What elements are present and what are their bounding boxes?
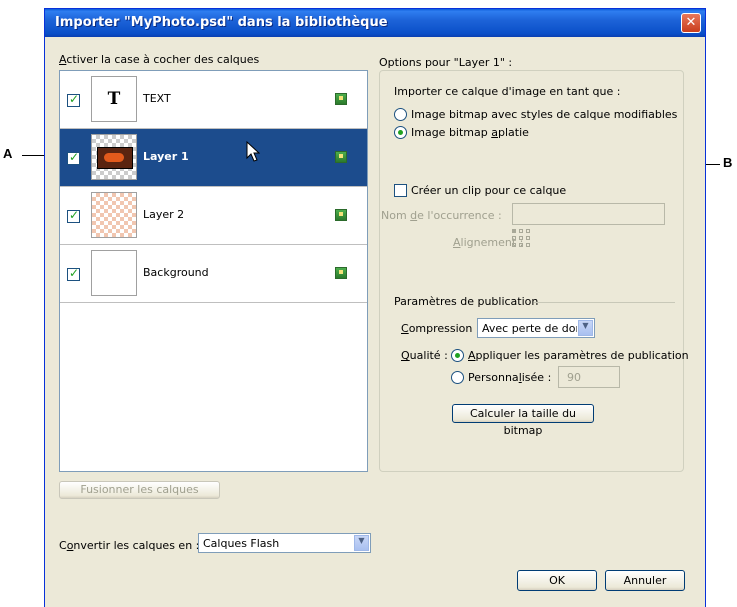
layer-list[interactable]: ✓ T TEXT ✓ Layer 1 ✓ Layer 2 ✓ Backgroun… xyxy=(59,70,368,472)
radio-flattened-bitmap[interactable] xyxy=(394,126,407,139)
callout-b-line xyxy=(706,164,720,165)
radio-quality-publish[interactable] xyxy=(451,349,464,362)
radio-editable-styles-label[interactable]: Image bitmap avec styles de calque modif… xyxy=(411,108,677,121)
mouse-cursor-icon xyxy=(246,141,260,162)
check-icon: ✓ xyxy=(69,208,80,222)
layer-1-name: Layer 1 xyxy=(143,150,189,163)
options-title: Options pour "Layer 1" : xyxy=(379,56,513,69)
layer-2-checkbox[interactable]: ✓ xyxy=(67,208,80,223)
instance-name-input[interactable] xyxy=(512,203,665,225)
publish-settings-divider xyxy=(534,302,675,303)
radio-flattened-bitmap-label[interactable]: Image bitmap aplatie xyxy=(411,126,529,139)
ok-button[interactable]: OK xyxy=(517,570,597,591)
import-dialog: Importer "MyPhoto.psd" dans la bibliothè… xyxy=(44,8,706,607)
layer-list-label: Activer la case à cocher des calques xyxy=(59,53,260,66)
convert-layers-label: Convertir les calques en : xyxy=(59,539,200,552)
chevron-down-icon: ▼ xyxy=(354,535,369,551)
check-icon: ✓ xyxy=(69,266,80,280)
callout-a: A xyxy=(3,146,13,161)
layer-2-name: Layer 2 xyxy=(143,208,185,221)
layer-background-checkbox[interactable]: ✓ xyxy=(67,266,80,281)
compression-select[interactable]: Avec perte de doni ▼ xyxy=(477,318,595,338)
layer-text-checkbox[interactable]: ✓ xyxy=(67,92,80,107)
layer-background-thumbnail xyxy=(91,250,137,296)
close-icon: ✕ xyxy=(685,15,697,30)
calculate-bitmap-size-button[interactable]: Calculer la taille du bitmap xyxy=(452,404,594,437)
compression-value: Avec perte de doni xyxy=(482,322,577,335)
layer-background-name: Background xyxy=(143,266,209,279)
callout-b: B xyxy=(723,155,733,170)
alignment-grid-icon[interactable] xyxy=(512,229,534,251)
publish-settings-label: Paramètres de publication xyxy=(394,295,539,308)
layer-text-bitmap-icon[interactable] xyxy=(335,93,347,105)
layer-row-layer-2[interactable]: ✓ Layer 2 xyxy=(60,187,367,245)
convert-layers-value: Calques Flash xyxy=(203,537,280,550)
dialog-title: Importer "MyPhoto.psd" dans la bibliothè… xyxy=(55,15,388,30)
quality-label: Qualité : xyxy=(401,349,448,362)
layer-row-layer-1[interactable]: ✓ Layer 1 xyxy=(60,129,367,187)
layer-background-bitmap-icon[interactable] xyxy=(335,267,347,279)
callout-a-line xyxy=(22,155,44,156)
chevron-down-icon: ▼ xyxy=(578,320,593,336)
radio-quality-publish-label[interactable]: Appliquer les paramètres de publication xyxy=(468,349,689,362)
text-type-icon: T xyxy=(107,89,121,109)
instance-name-label: Nom de l'occurrence : xyxy=(381,209,502,222)
layer-2-thumbnail xyxy=(91,192,137,238)
quality-custom-input[interactable]: 90 xyxy=(558,366,620,388)
layer-1-thumbnail xyxy=(91,134,137,180)
radio-quality-custom-label[interactable]: Personnalisée : xyxy=(468,371,551,384)
create-clip-checkbox[interactable] xyxy=(394,184,407,197)
layer-text-name: TEXT xyxy=(143,92,171,105)
create-clip-label[interactable]: Créer un clip pour ce calque xyxy=(411,184,566,197)
layer-row-text[interactable]: ✓ T TEXT xyxy=(60,71,367,129)
convert-layers-select[interactable]: Calques Flash ▼ xyxy=(198,533,371,553)
merge-layers-button[interactable]: Fusionner les calques xyxy=(59,481,220,499)
layer-1-bitmap-icon[interactable] xyxy=(335,151,347,163)
title-bar: Importer "MyPhoto.psd" dans la bibliothè… xyxy=(45,9,705,37)
import-as-label: Importer ce calque d'image en tant que : xyxy=(394,85,621,98)
radio-quality-custom[interactable] xyxy=(451,371,464,384)
check-icon: ✓ xyxy=(69,150,80,164)
layer-1-checkbox[interactable]: ✓ xyxy=(67,150,80,165)
photo-thumbnail-image xyxy=(97,147,133,169)
compression-label: Compression : xyxy=(401,322,480,335)
radio-editable-styles[interactable] xyxy=(394,108,407,121)
check-icon: ✓ xyxy=(69,92,80,106)
close-button[interactable]: ✕ xyxy=(681,13,701,33)
cancel-button[interactable]: Annuler xyxy=(605,570,685,591)
layer-row-background[interactable]: ✓ Background xyxy=(60,245,367,303)
layer-text-thumbnail: T xyxy=(91,76,137,122)
layer-2-bitmap-icon[interactable] xyxy=(335,209,347,221)
